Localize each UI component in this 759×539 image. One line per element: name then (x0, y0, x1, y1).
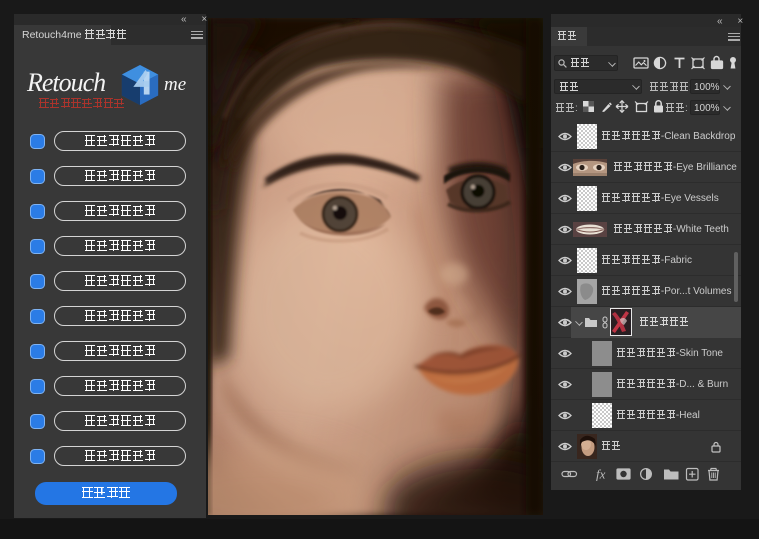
svg-text:fx: fx (596, 467, 606, 482)
